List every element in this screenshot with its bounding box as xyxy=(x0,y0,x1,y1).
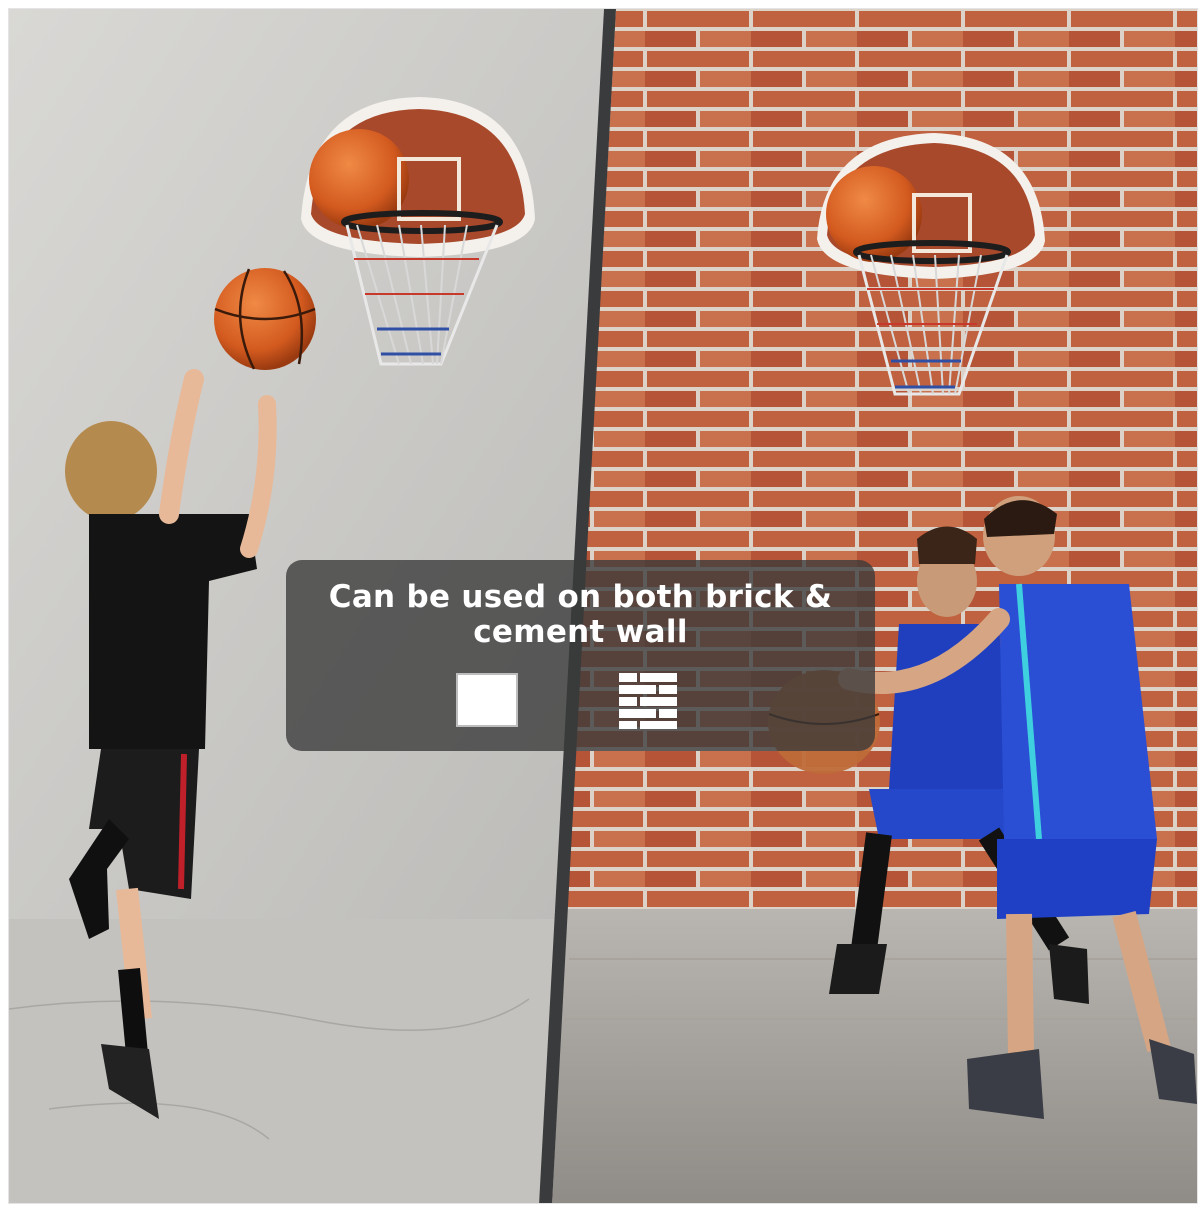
caption-panel: Can be used on both brick & cement wall xyxy=(286,560,875,751)
image-frame: Can be used on both brick & cement wall xyxy=(8,8,1198,1204)
caption-text: Can be used on both brick & cement wall xyxy=(328,579,833,650)
basketball-flying xyxy=(214,268,316,370)
cement-floor xyxy=(9,919,562,1203)
brick-wall-icon xyxy=(619,673,677,729)
cement-wall-icon xyxy=(456,673,518,727)
